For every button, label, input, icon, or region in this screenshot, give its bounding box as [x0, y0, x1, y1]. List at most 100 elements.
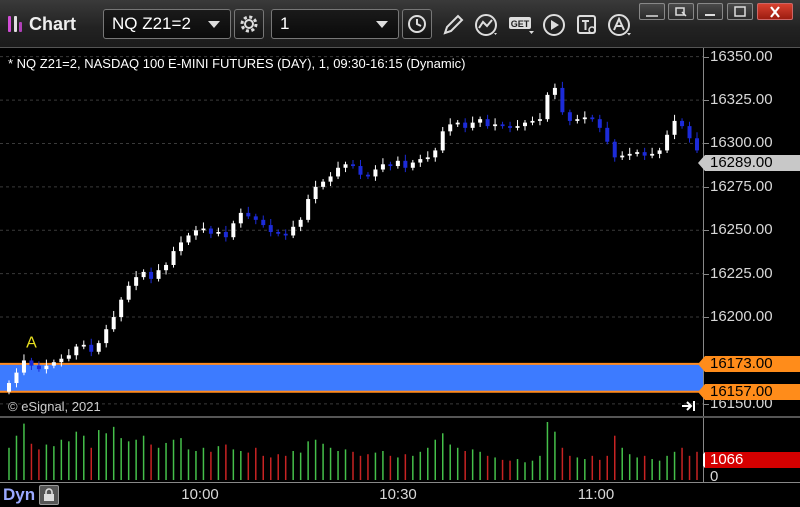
axis-label: 16325.00: [710, 91, 773, 109]
minimize-button[interactable]: [697, 3, 723, 20]
svg-text:GET: GET: [511, 19, 530, 29]
zone-high-tag[interactable]: 16173.00: [698, 355, 800, 372]
candle: [179, 236, 183, 256]
alerts-button[interactable]: [607, 12, 633, 38]
candle: [612, 139, 617, 162]
restore-icon: [646, 14, 658, 17]
minimize-icon: [705, 13, 715, 16]
candle: [313, 180, 318, 204]
copyright-text: © eSignal, 2021: [8, 399, 101, 414]
time-label: 10:00: [181, 486, 219, 503]
candle: [193, 225, 198, 240]
candle: [448, 118, 453, 136]
candle: [642, 147, 647, 160]
axis-label: 16300.00: [710, 134, 773, 152]
candle: [268, 218, 273, 237]
candle: [156, 264, 161, 282]
candle: [672, 114, 677, 140]
time-template-button[interactable]: [402, 9, 432, 39]
candle: [96, 340, 101, 355]
candle: [343, 161, 348, 173]
candle: [171, 246, 176, 268]
candle: [388, 161, 393, 171]
studies-button[interactable]: [474, 12, 500, 38]
candle: [508, 121, 513, 133]
maximize-button[interactable]: [727, 3, 753, 20]
candle: [650, 147, 655, 159]
play-icon: [543, 14, 565, 36]
candle: [238, 208, 243, 228]
axis-label: 16350.00: [710, 47, 773, 65]
candle: [231, 220, 236, 240]
candle: [291, 220, 296, 239]
interval-dropdown[interactable]: 1: [271, 9, 399, 39]
axis-tick: [704, 317, 709, 319]
candle: [590, 114, 595, 122]
marker-label[interactable]: A: [26, 335, 37, 352]
axis-tick: [704, 143, 709, 145]
ts-icon: [577, 15, 596, 34]
window-title-text: Chart: [29, 13, 77, 34]
play-button[interactable]: [541, 12, 567, 38]
candle: [560, 81, 565, 115]
candle: [201, 222, 206, 233]
chart-toolbar: Chart NQ Z21=2 1 GET: [0, 0, 800, 48]
symbol-dropdown[interactable]: NQ Z21=2: [103, 9, 231, 39]
candle: [246, 206, 251, 219]
time-sales-button[interactable]: [574, 12, 600, 38]
axis-label: 16225.00: [710, 264, 773, 282]
chart-info-line: * NQ Z21=2, NASDAQ 100 E-MINI FUTURES (D…: [8, 56, 466, 71]
lock-icon[interactable]: [39, 485, 60, 505]
candle: [365, 172, 370, 180]
scroll-to-end-button[interactable]: [679, 398, 699, 414]
candle: [657, 147, 662, 159]
candle: [478, 116, 483, 127]
volume-tag[interactable]: 1066: [698, 452, 800, 468]
shaded-zone[interactable]: [0, 363, 703, 392]
draw-tools-button[interactable]: [440, 12, 466, 38]
candle: [351, 159, 355, 169]
chart-app-icon: [6, 14, 24, 34]
studies-chart-icon: [475, 14, 497, 36]
symbol-settings-button[interactable]: [234, 9, 264, 39]
dynamic-mode-label[interactable]: Dyn: [3, 485, 65, 505]
candle: [567, 109, 572, 126]
candle: [21, 354, 26, 376]
candle: [597, 114, 602, 133]
symbol-value: NQ Z21=2: [112, 14, 191, 33]
get-data-button[interactable]: GET: [507, 12, 537, 38]
chevron-down-icon: [376, 20, 388, 28]
restore-button[interactable]: [639, 3, 665, 20]
volume-pane[interactable]: [0, 418, 703, 482]
candle: [627, 147, 632, 160]
close-button[interactable]: [757, 3, 793, 20]
candle: [380, 158, 385, 173]
get-icon: GET: [509, 17, 534, 34]
candle: [403, 154, 408, 173]
candle: [358, 159, 363, 180]
candle: [186, 232, 191, 246]
zone-low-tag[interactable]: 16157.00: [698, 383, 800, 400]
candle: [89, 338, 94, 357]
link-window-button[interactable]: [668, 3, 694, 20]
axis-label: 16200.00: [710, 308, 773, 326]
candle: [425, 151, 430, 162]
candle: [582, 111, 587, 124]
scroll-end-icon: [682, 401, 695, 411]
interval-value: 1: [280, 14, 290, 33]
candle: [104, 324, 109, 348]
candle: [523, 120, 527, 131]
time-axis[interactable]: Dyn 10:00 10:30 11:00: [0, 482, 800, 507]
candle: [470, 116, 475, 131]
price-chart-canvas: A: [0, 56, 703, 405]
candle: [695, 132, 699, 154]
last-price-tag[interactable]: 16289.00: [698, 154, 800, 171]
candle: [665, 130, 670, 154]
candle: [81, 340, 86, 350]
axis-tick: [704, 403, 709, 405]
candle: [485, 114, 490, 129]
axis-tick: [704, 186, 709, 188]
candle: [74, 343, 79, 360]
price-chart-pane[interactable]: A: [0, 48, 703, 416]
candle: [493, 118, 498, 131]
